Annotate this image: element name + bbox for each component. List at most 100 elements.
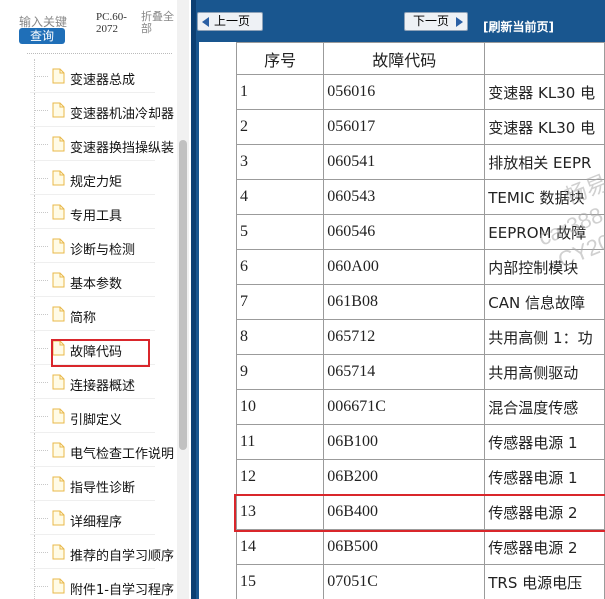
tree-guide [34,450,48,451]
header-index: 序号 [235,42,325,75]
tree-guide [34,484,48,485]
tree-item[interactable]: 变速器换挡操纵装 [0,127,176,161]
tree-item[interactable]: 详细程序 [0,501,176,535]
tree-item[interactable]: 电气检查工作说明 [0,433,176,467]
table-row[interactable]: 4 060543 TEMIC 数据块 [235,179,605,215]
tree-item[interactable]: 附件1-自学习程序 [0,569,176,599]
tree-item-label: 变速器换挡操纵装 [70,141,175,156]
cell-code: 065712 [323,319,486,355]
document-icon [52,136,65,152]
cell-description: 共用高侧驱动 [484,354,605,390]
arrow-left-icon [202,17,209,27]
next-page-label: 下一页 [413,14,450,28]
cell-index: 9 [235,354,325,390]
cell-code: 056017 [323,109,486,145]
nav-bar: 上一页 下一页 [刷新当前页] [196,0,605,42]
tree-item-label: 指导性诊断 [70,481,136,496]
document-icon [52,238,65,254]
cell-code: 060543 [323,179,486,215]
cell-description: 共用高侧 1：功 [484,319,605,355]
cell-code: 006671C [323,389,486,425]
collapse-all-link[interactable]: 折叠全部 [141,11,177,35]
tree-guide [34,569,35,599]
next-page-button[interactable]: 下一页 [404,12,468,31]
table-header-row: 序号 故障代码 [235,42,605,75]
table-row[interactable]: 14 06B500 传感器电源 2 [235,529,605,565]
cell-index: 10 [235,389,325,425]
tree-item-label: 规定力矩 [70,175,123,190]
cell-code: 06B500 [323,529,486,565]
cell-code: 07051C [323,564,486,599]
tree-item-label: 推荐的自学习顺序 [70,549,175,564]
cell-index: 1 [235,74,325,110]
cell-description: 传感器电源 1 [484,424,605,460]
cell-index: 14 [235,529,325,565]
right-panel: 上一页 下一页 [刷新当前页] 序号 故障代码 1 056016 变速器 KL30 … [196,0,605,599]
cell-description: 传感器电源 2 [484,529,605,565]
tree-item-label: 基本参数 [70,277,123,292]
cell-index: 6 [235,249,325,285]
document-icon [52,442,65,458]
tree-guide [34,246,48,247]
table-row[interactable]: 15 07051C TRS 电源电压 [235,564,605,599]
tree-item[interactable]: 连接器概述 [0,365,176,399]
prev-page-button[interactable]: 上一页 [197,12,263,31]
tree-guide [34,110,48,111]
prev-page-label: 上一页 [214,14,251,28]
table-row[interactable]: 11 06B100 传感器电源 1 [235,424,605,460]
tree-guide [34,76,48,77]
tree-item[interactable]: 指导性诊断 [0,467,176,501]
scrollbar-thumb[interactable] [179,140,187,450]
tree-item[interactable]: 规定力矩 [0,161,176,195]
tree-guide [34,178,48,179]
tree-guide [34,348,48,349]
cell-code: 065714 [323,354,486,390]
tree-guide [34,552,48,553]
tree-guide [34,314,48,315]
tree-guide [34,416,48,417]
table-row[interactable]: 2 056017 变速器 KL30 电 [235,109,605,145]
tree-item-label: 电气检查工作说明 [70,447,175,462]
cell-index: 5 [235,214,325,250]
tree-guide [34,144,48,145]
cell-description: 排放相关 EEPR [484,144,605,180]
tree-item[interactable]: 简称 [0,297,176,331]
divider [27,53,172,54]
document-icon [52,510,65,526]
table-row[interactable]: 9 065714 共用高侧驱动 [235,354,605,390]
tree-guide [34,586,48,587]
document-icon [52,68,65,84]
tree-item[interactable]: 引脚定义 [0,399,176,433]
cell-index: 4 [235,179,325,215]
highlight-box [51,339,150,367]
tree-item[interactable]: 专用工具 [0,195,176,229]
refresh-link[interactable]: [刷新当前页] [483,18,554,35]
tree-item-label: 变速器机油冷却器 [70,107,175,122]
left-panel: 输入关键 查询 PC.60-2072 折叠全部 变速器总成 变速器机油冷却器 变速器… [0,0,193,599]
cell-description: 混合温度传感 [484,389,605,425]
table-row[interactable]: 1 056016 变速器 KL30 电 [235,74,605,110]
document-icon [52,204,65,220]
cell-code: 06B200 [323,459,486,495]
document-icon [52,374,65,390]
tree-item[interactable]: 基本参数 [0,263,176,297]
tree-item-label: 专用工具 [70,209,123,224]
tree-item[interactable]: 诊断与检测 [0,229,176,263]
table-row[interactable]: 5 060546 EEPROM 故障 [235,214,605,250]
document-icon [52,102,65,118]
table-row[interactable]: 10 006671C 混合温度传感 [235,389,605,425]
tree-item-label: 连接器概述 [70,379,136,394]
table-row[interactable]: 8 065712 共用高侧 1：功 [235,319,605,355]
table-row[interactable]: 6 060A00 内部控制模块 [235,249,605,285]
cell-description: 内部控制模块 [484,249,605,285]
search-button[interactable]: 查询 [19,28,65,44]
tree-item[interactable]: 变速器总成 [0,59,176,93]
tree-guide [34,518,48,519]
tree-item[interactable]: 推荐的自学习顺序 [0,535,176,569]
tree-item[interactable]: 变速器机油冷却器 [0,93,176,127]
table-row[interactable]: 7 061B08 CAN 信息故障 [235,284,605,320]
table-row[interactable]: 3 060541 排放相关 EEPR [235,144,605,180]
content-border [196,42,199,599]
cell-code: 060541 [323,144,486,180]
table-row[interactable]: 12 06B200 传感器电源 1 [235,459,605,495]
